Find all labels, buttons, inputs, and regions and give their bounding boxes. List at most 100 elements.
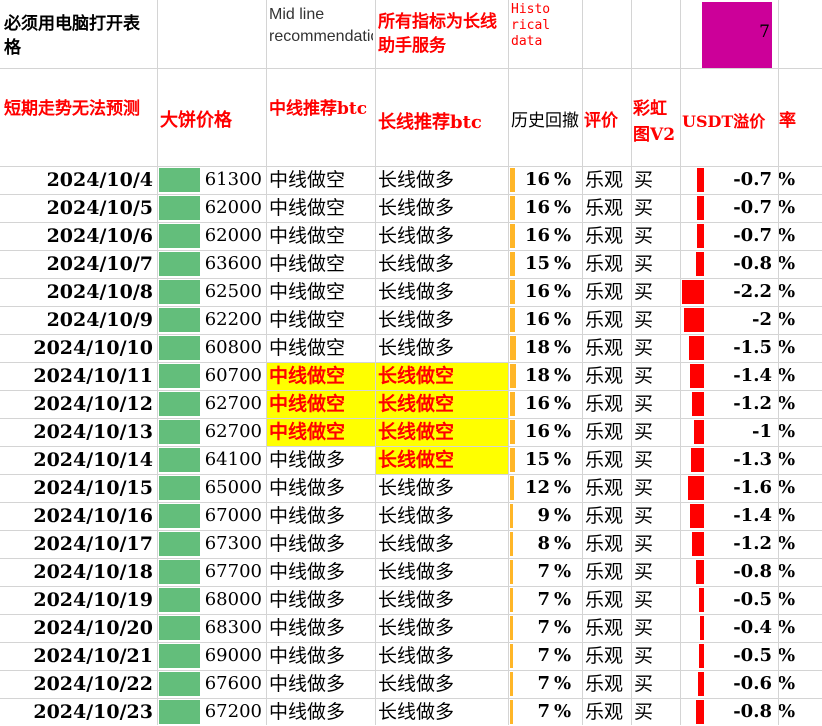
hist-cell[interactable]: 7 [508,586,550,614]
long-note-cell[interactable]: 所有指标为长线助手服务 [378,10,506,60]
mid-cell[interactable]: 中线做多 [269,502,375,530]
date-cell[interactable]: 2024/10/17 [0,530,157,558]
hist-cell[interactable]: 16 [508,390,550,418]
date-cell[interactable]: 2024/10/16 [0,502,157,530]
date-cell[interactable]: 2024/10/8 [0,278,157,306]
rainbow-cell[interactable]: 买 [634,642,680,670]
price-cell[interactable]: 68300 [157,614,262,642]
eval-cell[interactable]: 乐观 [585,614,631,642]
usdt-cell[interactable]: -0.8 [680,250,772,278]
hist-cell[interactable]: 16 [508,222,550,250]
mid-en-cell[interactable]: Mid line recommendation [269,4,373,68]
hist-cell[interactable]: 16 [508,418,550,446]
hist-cell[interactable]: 7 [508,698,550,726]
usdt-cell[interactable]: -2 [680,306,772,334]
col-usdt-header[interactable]: USDT溢价 [682,108,776,136]
date-cell[interactable]: 2024/10/15 [0,474,157,502]
long-cell[interactable]: 长线做多 [378,334,508,362]
price-cell[interactable]: 62500 [157,278,262,306]
rainbow-cell[interactable]: 买 [634,222,680,250]
eval-cell[interactable]: 乐观 [585,222,631,250]
mid-cell[interactable]: 中线做多 [269,614,375,642]
long-cell[interactable]: 长线做多 [378,530,508,558]
eval-cell[interactable]: 乐观 [585,278,631,306]
rainbow-cell[interactable]: 买 [634,390,680,418]
price-cell[interactable]: 67600 [157,670,262,698]
hist-cell[interactable]: 16 [508,194,550,222]
eval-cell[interactable]: 乐观 [585,390,631,418]
long-cell[interactable]: 长线做多 [378,306,508,334]
date-cell[interactable]: 2024/10/9 [0,306,157,334]
usdt-cell[interactable]: -0.4 [680,614,772,642]
hist-en-cell[interactable]: Historical data [511,2,551,68]
mid-cell[interactable]: 中线做空 [269,222,375,250]
eval-cell[interactable]: 乐观 [585,334,631,362]
price-cell[interactable]: 67700 [157,558,262,586]
usdt-cell[interactable]: -0.6 [680,670,772,698]
mid-cell[interactable]: 中线做空 [269,418,375,446]
hist-cell[interactable]: 7 [508,614,550,642]
eval-cell[interactable]: 乐观 [585,306,631,334]
usdt-cell[interactable]: -1.5 [680,334,772,362]
hist-cell[interactable]: 8 [508,530,550,558]
hist-cell[interactable]: 9 [508,502,550,530]
hist-cell[interactable]: 18 [508,362,550,390]
long-cell[interactable]: 长线做多 [378,642,508,670]
date-cell[interactable]: 2024/10/4 [0,166,157,194]
mid-cell[interactable]: 中线做空 [269,250,375,278]
top-value-cell[interactable]: 7 [702,22,770,46]
rainbow-cell[interactable]: 买 [634,278,680,306]
mid-cell[interactable]: 中线做多 [269,586,375,614]
price-cell[interactable]: 62000 [157,222,262,250]
rainbow-cell[interactable]: 买 [634,362,680,390]
long-cell[interactable]: 长线做多 [378,194,508,222]
long-cell[interactable]: 长线做空 [378,362,508,390]
date-cell[interactable]: 2024/10/14 [0,446,157,474]
date-cell[interactable]: 2024/10/7 [0,250,157,278]
mid-cell[interactable]: 中线做空 [269,390,375,418]
price-cell[interactable]: 69000 [157,642,262,670]
rainbow-cell[interactable]: 买 [634,614,680,642]
col-trend-header[interactable]: 短期走势无法预测 [4,96,154,156]
hist-cell[interactable]: 16 [508,166,550,194]
rainbow-cell[interactable]: 买 [634,558,680,586]
long-cell[interactable]: 长线做多 [378,586,508,614]
note-cell[interactable]: 必须用电脑打开表格 [4,12,154,58]
hist-cell[interactable]: 16 [508,306,550,334]
date-cell[interactable]: 2024/10/18 [0,558,157,586]
price-cell[interactable]: 61300 [157,166,262,194]
price-cell[interactable]: 62200 [157,306,262,334]
price-cell[interactable]: 68000 [157,586,262,614]
rainbow-cell[interactable]: 买 [634,586,680,614]
price-cell[interactable]: 63600 [157,250,262,278]
usdt-cell[interactable]: -2.2 [680,278,772,306]
price-cell[interactable]: 60700 [157,362,262,390]
price-cell[interactable]: 65000 [157,474,262,502]
col-eval-header[interactable]: 评价 [584,106,630,134]
eval-cell[interactable]: 乐观 [585,586,631,614]
rainbow-cell[interactable]: 买 [634,502,680,530]
eval-cell[interactable]: 乐观 [585,166,631,194]
usdt-cell[interactable]: -0.5 [680,642,772,670]
price-cell[interactable]: 67300 [157,530,262,558]
hist-cell[interactable]: 7 [508,670,550,698]
usdt-cell[interactable]: -0.5 [680,586,772,614]
price-cell[interactable]: 62000 [157,194,262,222]
rainbow-cell[interactable]: 买 [634,670,680,698]
rainbow-cell[interactable]: 买 [634,474,680,502]
date-cell[interactable]: 2024/10/22 [0,670,157,698]
mid-cell[interactable]: 中线做空 [269,166,375,194]
mid-cell[interactable]: 中线做空 [269,306,375,334]
rainbow-cell[interactable]: 买 [634,166,680,194]
eval-cell[interactable]: 乐观 [585,362,631,390]
eval-cell[interactable]: 乐观 [585,194,631,222]
long-cell[interactable]: 长线做多 [378,670,508,698]
col-price-header[interactable]: 大饼价格 [160,106,264,136]
rainbow-cell[interactable]: 买 [634,334,680,362]
mid-cell[interactable]: 中线做空 [269,278,375,306]
usdt-cell[interactable]: -1.2 [680,530,772,558]
date-cell[interactable]: 2024/10/20 [0,614,157,642]
price-cell[interactable]: 62700 [157,418,262,446]
date-cell[interactable]: 2024/10/6 [0,222,157,250]
mid-cell[interactable]: 中线做空 [269,362,375,390]
